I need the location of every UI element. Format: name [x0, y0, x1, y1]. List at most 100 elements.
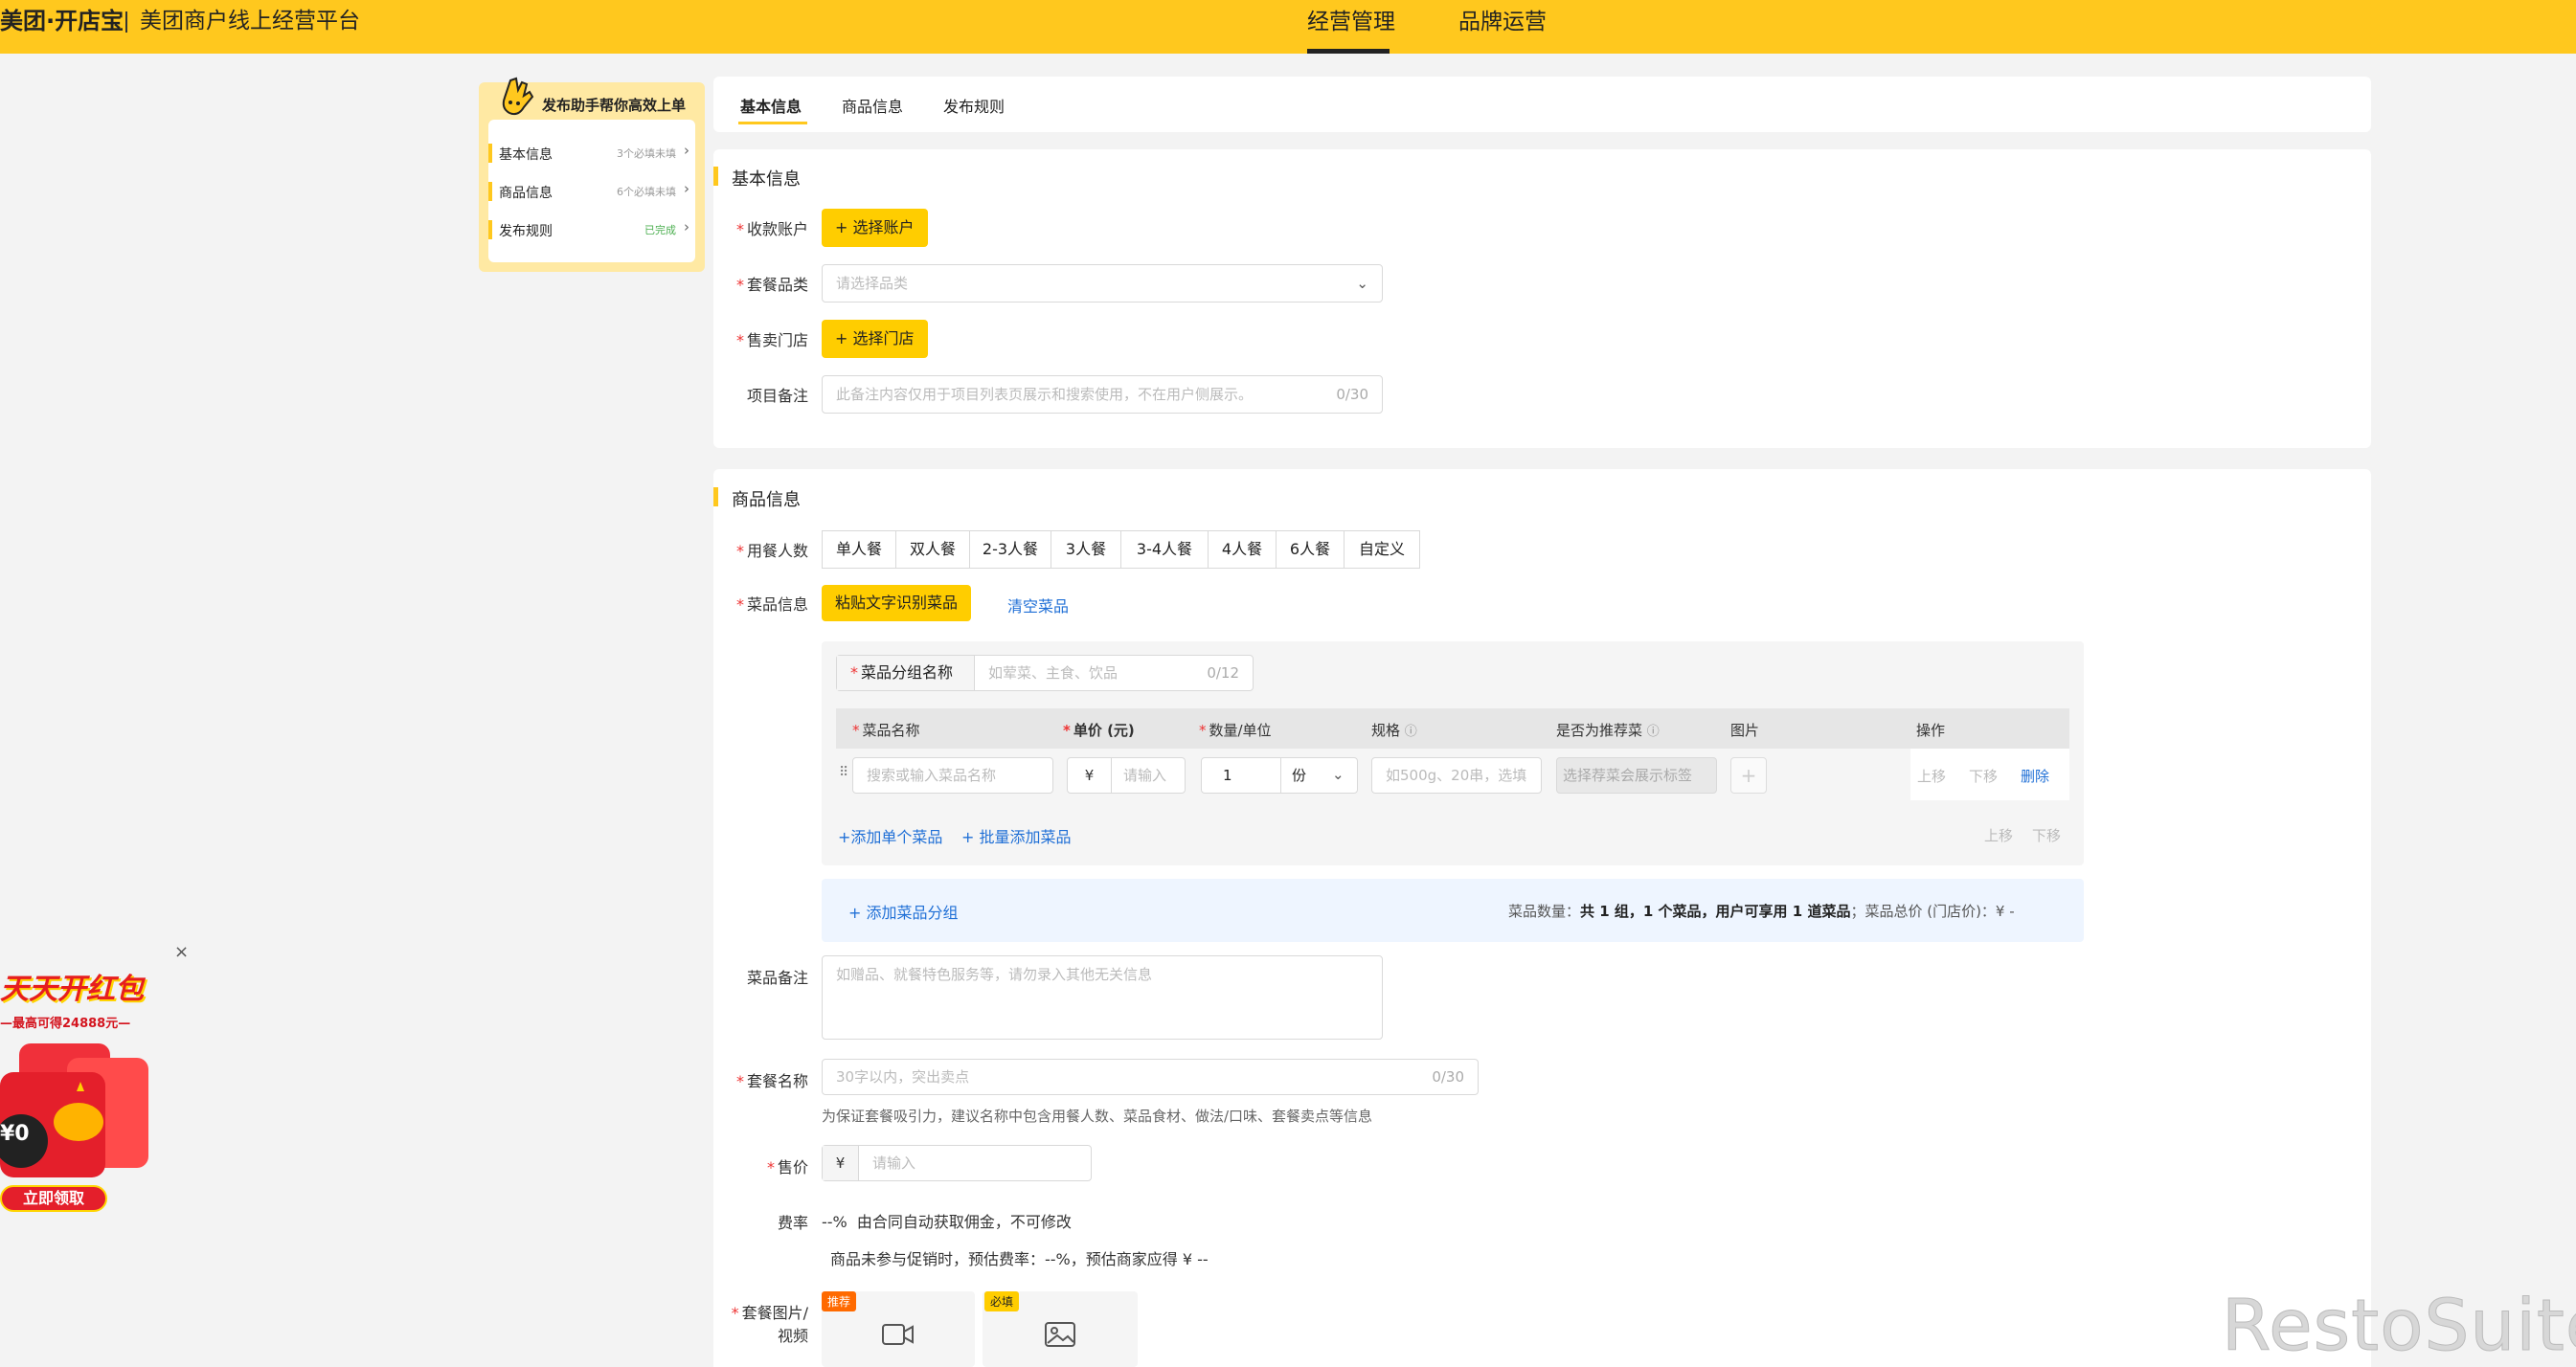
row-delete-link[interactable]: 删除 — [2021, 766, 2049, 786]
group-name-input[interactable]: 如荤菜、主食、饮品 — [988, 656, 1118, 690]
dish-spec-input[interactable]: 如500g、20串，选填 — [1371, 757, 1542, 794]
col-dish-name-text: 菜品名称 — [862, 722, 920, 739]
rate-label: 费率 — [689, 1210, 808, 1233]
diners-chip[interactable]: 4人餐 — [1208, 530, 1277, 569]
rate-label-text: 费率 — [777, 1214, 808, 1232]
media-label: * 套餐图片/视频 — [731, 1304, 808, 1345]
dish-summary: 菜品数量：共 1 组，1 个菜品，用户可享用 1 道菜品；菜品总价 (门店价)：… — [1508, 901, 2015, 921]
package-name-hint: 为保证套餐吸引力，建议名称中包含用餐人数、菜品食材、做法/口味、套餐卖点等信息 — [822, 1108, 1373, 1125]
helper-item-status: 6个必填未填 — [617, 186, 676, 198]
package-name-input[interactable]: 30字以内，突出卖点 0/30 — [822, 1059, 1479, 1095]
diners-label-text: 用餐人数 — [746, 542, 808, 560]
row-move-up-link[interactable]: 上移 — [1917, 766, 1946, 786]
recommended-select[interactable]: 选择荐菜会展示标签 — [1556, 757, 1717, 794]
note-label-text: 项目备注 — [746, 387, 808, 405]
paste-recognize-button[interactable]: 粘贴文字识别菜品 — [822, 585, 972, 621]
price-label: * 售价 — [766, 1158, 808, 1177]
diners-chip[interactable]: 单人餐 — [822, 530, 896, 569]
dish-label-text: 菜品信息 — [746, 595, 808, 614]
diners-chip[interactable]: 3-4人餐 — [1120, 530, 1209, 569]
nav-tab-business[interactable]: 经营管理 — [1307, 7, 1395, 37]
memo-label-text: 菜品备注 — [746, 969, 808, 987]
category-select[interactable]: 请选择品类 ⌄ — [822, 264, 1383, 303]
batch-add-dishes-link[interactable]: + 批量添加菜品 — [961, 824, 1072, 847]
select-store-button[interactable]: + 选择门店 — [822, 320, 928, 358]
diners-chip[interactable]: 自定义 — [1344, 530, 1420, 569]
account-label: * 收款账户 — [735, 220, 808, 238]
package-name-label: * 套餐名称 — [735, 1072, 808, 1090]
promo-claim-button[interactable]: 立即领取 — [0, 1185, 107, 1212]
diners-chip[interactable]: 2-3人餐 — [969, 530, 1051, 569]
media-label-line1: 套餐图片/ — [741, 1304, 808, 1322]
tab-publish-rules[interactable]: 发布规则 — [943, 94, 1005, 117]
brand-logo[interactable]: 美团·开店宝 — [0, 6, 124, 36]
price-currency: ¥ — [1068, 758, 1112, 793]
add-dish-group-link[interactable]: + 添加菜品分组 — [848, 900, 959, 923]
brand-subtitle: 美团商户线上经营平台 — [140, 9, 360, 34]
tab-goods-info[interactable]: 商品信息 — [842, 94, 903, 117]
dish-qty-field: 1 份 ⌄ — [1201, 757, 1358, 794]
select-account-button[interactable]: + 选择账户 — [822, 209, 928, 247]
col-qty-unit: * 数量/单位 — [1199, 722, 1272, 739]
package-name-placeholder: 30字以内，突出卖点 — [836, 1068, 970, 1086]
image-icon — [1044, 1321, 1076, 1352]
help-circle-icon[interactable]: ⓘ — [1405, 725, 1417, 739]
helper-item-marker — [488, 182, 492, 201]
summary-count: 共 1 组，1 个菜品，用户可享用 1 道菜品 — [1580, 903, 1851, 920]
brand-divider — [125, 11, 127, 33]
category-label-text: 套餐品类 — [746, 276, 808, 294]
chevron-down-icon: ⌄ — [1356, 275, 1368, 292]
promo-title: 天天开红包 — [0, 973, 144, 1006]
basic-info-title: 基本信息 — [732, 169, 801, 190]
row-move-down-link[interactable]: 下移 — [1969, 766, 1998, 786]
price-field: ¥ 请输入 — [822, 1145, 1092, 1181]
col-image: 图片 — [1730, 722, 1760, 739]
account-label-text: 收款账户 — [746, 220, 808, 238]
dish-unit-select[interactable]: 份 — [1292, 758, 1306, 793]
summary-prefix: 菜品数量： — [1508, 903, 1581, 920]
note-label: 项目备注 — [689, 383, 808, 406]
chevron-down-icon: ⌄ — [1332, 766, 1344, 783]
memo-label: 菜品备注 — [689, 965, 808, 988]
note-input[interactable]: 此备注内容仅用于项目列表页展示和搜索使用，不在用户侧展示。 0/30 — [822, 375, 1383, 414]
dish-price-field: ¥ 请输入 — [1067, 757, 1186, 794]
drag-handle-icon[interactable]: ⠿ — [839, 765, 848, 780]
media-label-line2: 视频 — [777, 1327, 808, 1345]
promo-subtitle: —最高可得24888元— — [0, 1017, 131, 1031]
dish-table-header — [836, 708, 2069, 749]
dish-name-input[interactable]: 搜索或输入菜品名称 — [852, 757, 1053, 794]
qty-divider — [1280, 758, 1281, 793]
tab-basic-info[interactable]: 基本信息 — [740, 94, 802, 117]
helper-item-rules[interactable]: 发布规则 已完成 › — [488, 218, 695, 243]
col-dish-name: * 菜品名称 — [852, 722, 920, 739]
col-price-text: 单价 (元) — [1073, 722, 1135, 739]
upload-image-button[interactable]: + — [1730, 757, 1767, 794]
section-marker — [713, 167, 718, 186]
nav-tab-brand[interactable]: 品牌运营 — [1458, 7, 1547, 37]
dish-label: * 菜品信息 — [735, 595, 808, 614]
group-move-up-link[interactable]: 上移 — [1984, 825, 2013, 845]
diners-chip[interactable]: 双人餐 — [895, 530, 970, 569]
col-recommended: 是否为推荐菜 ⓘ — [1556, 720, 1660, 740]
section-marker — [713, 487, 718, 506]
diners-chip[interactable]: 6人餐 — [1276, 530, 1344, 569]
helper-item-status: 3个必填未填 — [617, 147, 676, 160]
dish-price-input[interactable]: 请输入 — [1123, 758, 1166, 793]
helper-item-goods[interactable]: 商品信息 6个必填未填 › — [488, 180, 695, 205]
memo-textarea[interactable]: 如赠品、就餐特色服务等，请勿录入其他无关信息 — [822, 955, 1383, 1040]
red-packet-promo[interactable]: 天天开红包 —最高可得24888元— ¥0 立即领取 — [0, 957, 172, 1218]
note-placeholder: 此备注内容仅用于项目列表页展示和搜索使用，不在用户侧展示。 — [836, 386, 1254, 403]
clear-dishes-link[interactable]: 清空菜品 — [1007, 594, 1069, 616]
add-single-dish-link[interactable]: +添加单个菜品 — [838, 824, 942, 847]
price-input[interactable]: 请输入 — [872, 1146, 915, 1180]
group-name-label-text: 菜品分组名称 — [861, 663, 954, 682]
promo-close-icon[interactable]: × — [174, 942, 189, 962]
dish-qty-input[interactable]: 1 — [1223, 758, 1232, 793]
group-move-down-link[interactable]: 下移 — [2032, 825, 2061, 845]
helper-item-basic[interactable]: 基本信息 3个必填未填 › — [488, 142, 695, 167]
diners-chip-group: 单人餐 双人餐 2-3人餐 3人餐 3-4人餐 4人餐 6人餐 自定义 — [822, 530, 1420, 569]
price-label-text: 售价 — [777, 1158, 808, 1177]
help-circle-icon[interactable]: ⓘ — [1647, 725, 1660, 739]
diners-chip[interactable]: 3人餐 — [1051, 530, 1121, 569]
top-bar — [0, 0, 2576, 54]
